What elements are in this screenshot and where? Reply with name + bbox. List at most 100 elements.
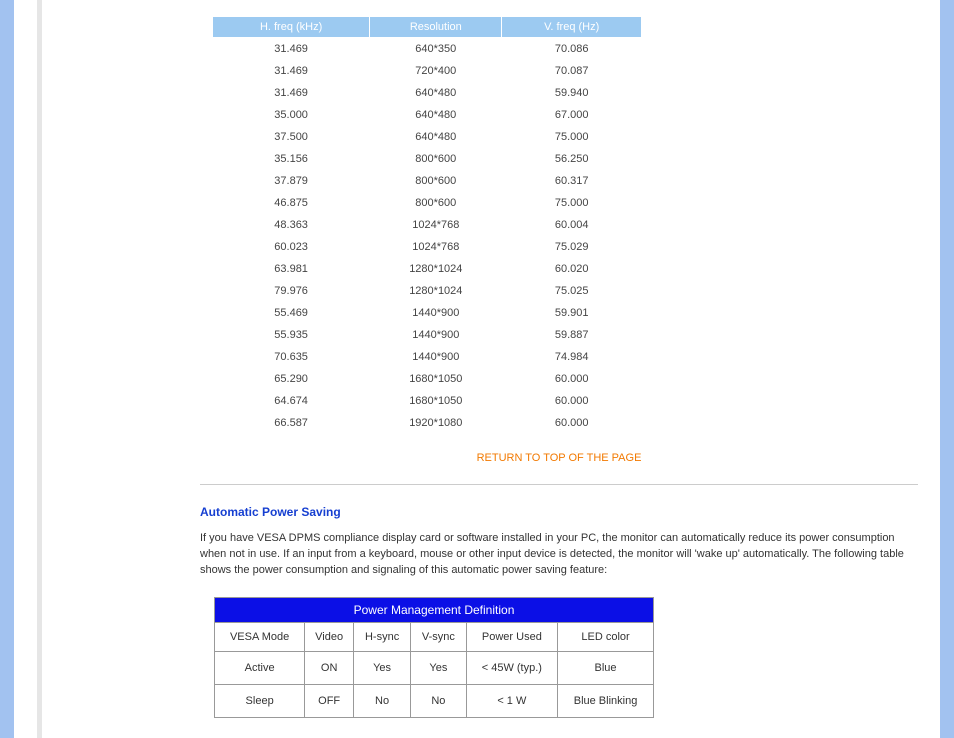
table-cell: 59.901 xyxy=(502,302,642,324)
power-table-header-cell: LED color xyxy=(558,622,654,651)
table-row: 64.6741680*105060.000 xyxy=(213,390,642,412)
table-cell: OFF xyxy=(305,684,354,717)
table-cell: 64.674 xyxy=(213,390,370,412)
table-cell: 60.000 xyxy=(502,412,642,434)
table-cell: Yes xyxy=(411,651,467,684)
power-management-table: Power Management Definition VESA ModeVid… xyxy=(214,597,654,718)
table-cell: 31.469 xyxy=(213,38,370,61)
table-cell: 59.940 xyxy=(502,82,642,104)
table-cell: < 1 W xyxy=(466,684,557,717)
table-cell: 720*400 xyxy=(370,60,502,82)
table-row: 55.9351440*90059.887 xyxy=(213,324,642,346)
decorative-stripe-right xyxy=(940,0,954,738)
table-cell: 60.023 xyxy=(213,236,370,258)
table-row: 35.000640*48067.000 xyxy=(213,104,642,126)
table-cell: 1280*1024 xyxy=(370,258,502,280)
decorative-inner-stripe xyxy=(37,0,42,738)
table-cell: 75.000 xyxy=(502,126,642,148)
table-cell: 55.935 xyxy=(213,324,370,346)
table-cell: 1440*900 xyxy=(370,346,502,368)
table-cell: 65.290 xyxy=(213,368,370,390)
table-cell: 70.087 xyxy=(502,60,642,82)
table-cell: 46.875 xyxy=(213,192,370,214)
table-cell: 66.587 xyxy=(213,412,370,434)
table-row: ActiveONYesYes< 45W (typ.)Blue xyxy=(215,651,654,684)
table-row: 60.0231024*76875.029 xyxy=(213,236,642,258)
table-cell: 75.029 xyxy=(502,236,642,258)
power-table-header-cell: Video xyxy=(305,622,354,651)
main-content: H. freq (kHz) Resolution V. freq (Hz) 31… xyxy=(200,0,918,738)
table-cell: 75.025 xyxy=(502,280,642,302)
table-cell: 640*480 xyxy=(370,126,502,148)
table-row: 35.156800*60056.250 xyxy=(213,148,642,170)
table-cell: 1440*900 xyxy=(370,324,502,346)
table-cell: 37.500 xyxy=(213,126,370,148)
power-table-header-cell: V-sync xyxy=(411,622,467,651)
table-cell: 800*600 xyxy=(370,170,502,192)
table-cell: 800*600 xyxy=(370,148,502,170)
table-cell: 1440*900 xyxy=(370,302,502,324)
power-table-header-cell: Power Used xyxy=(466,622,557,651)
table-row: 65.2901680*105060.000 xyxy=(213,368,642,390)
power-saving-heading: Automatic Power Saving xyxy=(200,505,918,519)
timing-header-resolution: Resolution xyxy=(370,17,502,38)
table-cell: 59.887 xyxy=(502,324,642,346)
table-cell: 60.317 xyxy=(502,170,642,192)
table-cell: 35.000 xyxy=(213,104,370,126)
table-cell: 70.635 xyxy=(213,346,370,368)
table-cell: 60.000 xyxy=(502,368,642,390)
table-cell: 1680*1050 xyxy=(370,368,502,390)
table-cell: 70.086 xyxy=(502,38,642,61)
table-cell: 48.363 xyxy=(213,214,370,236)
table-cell: 37.879 xyxy=(213,170,370,192)
table-cell: 60.004 xyxy=(502,214,642,236)
table-cell: Blue Blinking xyxy=(558,684,654,717)
table-row: 31.469640*48059.940 xyxy=(213,82,642,104)
table-cell: Sleep xyxy=(215,684,305,717)
table-cell: No xyxy=(411,684,467,717)
table-row: 63.9811280*102460.020 xyxy=(213,258,642,280)
table-cell: 55.469 xyxy=(213,302,370,324)
table-cell: 75.000 xyxy=(502,192,642,214)
power-saving-body: If you have VESA DPMS compliance display… xyxy=(200,531,918,579)
table-cell: 1024*768 xyxy=(370,214,502,236)
table-cell: 640*480 xyxy=(370,104,502,126)
timing-header-vfreq: V. freq (Hz) xyxy=(502,17,642,38)
table-cell: 67.000 xyxy=(502,104,642,126)
table-row: 31.469720*40070.087 xyxy=(213,60,642,82)
table-cell: Blue xyxy=(558,651,654,684)
table-cell: 1920*1080 xyxy=(370,412,502,434)
table-cell: 1680*1050 xyxy=(370,390,502,412)
table-row: 79.9761280*102475.025 xyxy=(213,280,642,302)
table-cell: 74.984 xyxy=(502,346,642,368)
table-cell: 35.156 xyxy=(213,148,370,170)
power-table-header-cell: H-sync xyxy=(354,622,411,651)
timing-header-hfreq: H. freq (kHz) xyxy=(213,17,370,38)
table-cell: ON xyxy=(305,651,354,684)
table-cell: Yes xyxy=(354,651,411,684)
table-row: 48.3631024*76860.004 xyxy=(213,214,642,236)
return-to-top-link[interactable]: RETURN TO TOP OF THE PAGE xyxy=(477,452,642,464)
table-row: 31.469640*35070.086 xyxy=(213,38,642,61)
table-cell: 60.020 xyxy=(502,258,642,280)
table-cell: Active xyxy=(215,651,305,684)
table-row: 37.879800*60060.317 xyxy=(213,170,642,192)
table-cell: 79.976 xyxy=(213,280,370,302)
table-cell: 1024*768 xyxy=(370,236,502,258)
table-cell: < 45W (typ.) xyxy=(466,651,557,684)
power-table-header-cell: VESA Mode xyxy=(215,622,305,651)
table-row: 46.875800*60075.000 xyxy=(213,192,642,214)
table-cell: 800*600 xyxy=(370,192,502,214)
table-row: 66.5871920*108060.000 xyxy=(213,412,642,434)
decorative-stripe-left xyxy=(0,0,14,738)
table-cell: 1280*1024 xyxy=(370,280,502,302)
table-cell: 63.981 xyxy=(213,258,370,280)
section-divider xyxy=(200,484,918,485)
table-cell: 56.250 xyxy=(502,148,642,170)
table-cell: No xyxy=(354,684,411,717)
table-row: 37.500640*48075.000 xyxy=(213,126,642,148)
table-cell: 31.469 xyxy=(213,82,370,104)
table-row: SleepOFFNoNo< 1 WBlue Blinking xyxy=(215,684,654,717)
table-cell: 640*480 xyxy=(370,82,502,104)
table-cell: 640*350 xyxy=(370,38,502,61)
